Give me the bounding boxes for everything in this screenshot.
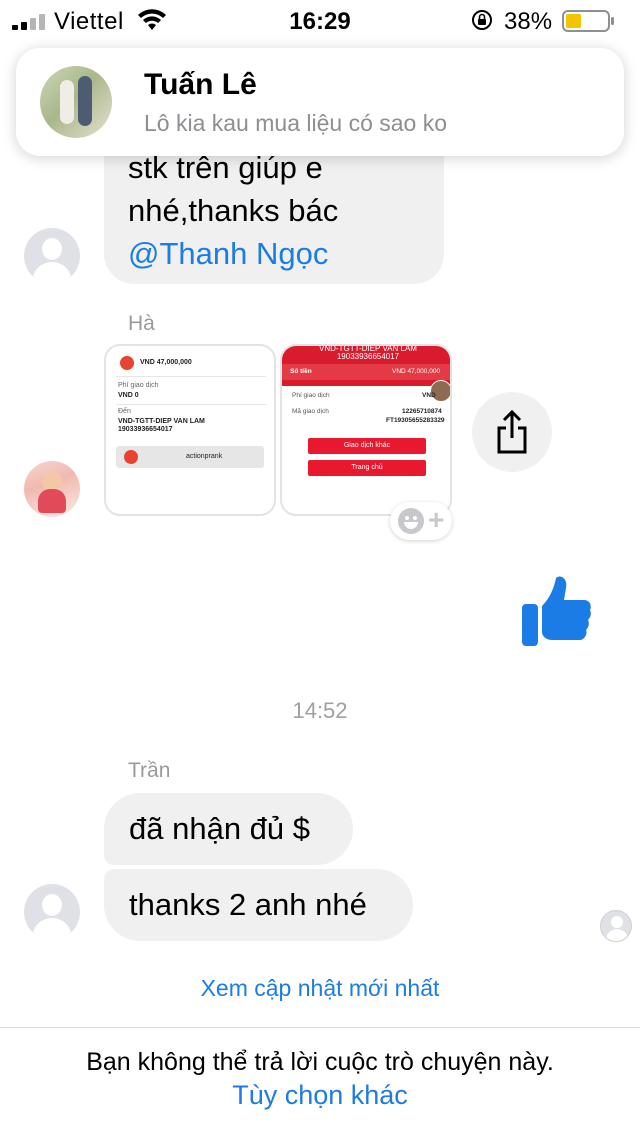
transfer-receipt-image-1[interactable]: VND 47,000,000 Phí giao dịch VND 0 Đến V…	[104, 344, 276, 516]
notification-sender: Tuấn Lê	[144, 68, 257, 101]
share-icon	[497, 410, 527, 454]
receipt2-other-transaction-button: Giao dịch khác	[308, 438, 426, 454]
battery-icon	[562, 10, 614, 32]
more-options-link[interactable]: Tùy chọn khác	[0, 1080, 640, 1111]
plus-icon: +	[428, 504, 445, 535]
receipt2-code-2: FT19305655283329	[386, 417, 445, 424]
share-button[interactable]	[472, 392, 552, 472]
sender-name-tran: Trần	[128, 759, 171, 782]
receipt2-code-1: 12265710874	[402, 408, 442, 415]
like-thumb-icon[interactable]	[520, 574, 592, 648]
receipt-fee-label: Phí giao dịch	[118, 382, 159, 389]
receipt2-fee-value: VND	[422, 392, 436, 399]
avatar-placeholder[interactable]	[24, 228, 80, 284]
receipt-to-name: VND-TGTT-DIEP VAN LAM	[118, 418, 205, 425]
view-latest-link[interactable]: Xem cập nhật mới nhất	[0, 975, 640, 1002]
receipt2-header-account: 19033936654017	[336, 352, 400, 361]
message-bubble[interactable]: đã nhận đủ $	[104, 793, 353, 865]
receipt2-home-button: Trang chủ	[308, 460, 426, 476]
notification-message: Lô kia kau mua liệu có sao ko	[144, 110, 448, 136]
mention-link[interactable]: @Thanh Ngọc	[128, 232, 420, 275]
receipt-to-account: 19033936654017	[118, 426, 173, 433]
message-timestamp: 14:52	[292, 698, 348, 723]
add-reaction-button[interactable]: +	[390, 502, 452, 540]
rotation-lock-icon	[472, 10, 492, 30]
notification-banner[interactable]: Tuấn Lê Lô kia kau mua liệu có sao ko	[16, 48, 624, 156]
receipt2-fee-label: Phí giao dịch	[292, 392, 330, 399]
avatar-ha[interactable]	[24, 461, 80, 517]
receipt2-amount: VND 47,000,000	[392, 368, 441, 375]
seen-indicator-avatar	[600, 910, 632, 942]
receipt-to-label: Đến	[118, 408, 131, 415]
divider	[0, 1027, 640, 1028]
smiley-icon	[398, 508, 424, 534]
transfer-receipt-image-2[interactable]: VND-TGTT-DIEP VAN LAM 19033936654017 Số …	[280, 344, 452, 516]
sender-name-ha: Hà	[128, 312, 155, 335]
receipt2-code-label: Mã giao dịch	[292, 408, 329, 415]
cannot-reply-notice: Bạn không thể trả lời cuộc trò chuyện nà…	[86, 1048, 554, 1076]
battery-percentage: 38%	[504, 8, 553, 35]
receipt-bar-label: actionprank	[186, 453, 223, 460]
notification-avatar	[40, 66, 112, 138]
bank-logo-icon	[120, 356, 134, 370]
receipt2-amount-label: Số tiền	[290, 368, 312, 375]
battery-level-fill	[566, 14, 581, 28]
receipt-amount: VND 47,000,000	[140, 359, 192, 366]
message-bubble[interactable]: thanks 2 anh nhé	[104, 869, 413, 941]
avatar-placeholder[interactable]	[24, 884, 80, 940]
message-line-2: nhé,thanks bác	[128, 193, 339, 228]
receipt-fee-value: VND 0	[118, 392, 139, 399]
chat-icon	[124, 450, 138, 464]
status-bar: Viettel 16:29 38%	[0, 0, 640, 40]
